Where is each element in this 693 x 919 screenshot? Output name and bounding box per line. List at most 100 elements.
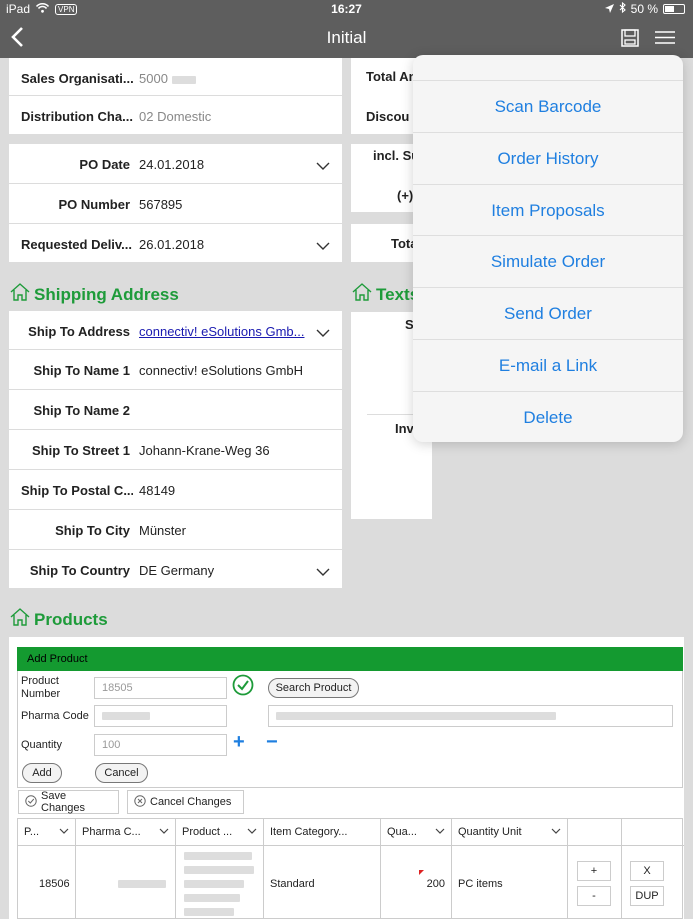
menu-icon[interactable]: [654, 31, 676, 49]
requested-delivery-label: Requested Deliv...: [21, 237, 133, 252]
quantity-minus-button[interactable]: −: [266, 731, 278, 754]
product-table: P... Pharma C... Product ... Item Catego…: [17, 818, 684, 919]
navigation-bar: Initial: [0, 18, 693, 58]
cancel-changes-button[interactable]: Cancel Changes: [127, 790, 244, 814]
pharma-code-input[interactable]: [94, 705, 227, 727]
check-circle-icon: [25, 794, 37, 810]
row-minus-button[interactable]: -: [577, 886, 611, 906]
ship-to-name2-row[interactable]: Ship To Name 2: [9, 390, 342, 430]
total-amount-label: Total An: [366, 69, 417, 84]
table-row-cell-category[interactable]: Standard: [264, 845, 381, 919]
ship-to-city-value: Münster: [139, 523, 186, 538]
invoice-label: Inv: [395, 421, 414, 436]
table-row-cell-actions: X DUP: [622, 845, 684, 919]
menu-item-item-proposals[interactable]: Item Proposals: [413, 184, 683, 235]
quantity-input[interactable]: 100: [94, 734, 227, 756]
product-number-input[interactable]: 18505: [94, 677, 227, 699]
row-duplicate-button[interactable]: DUP: [630, 886, 664, 906]
table-row-cell-pharma[interactable]: [76, 845, 176, 919]
po-date-label: PO Date: [79, 157, 130, 172]
ship-to-name1-row[interactable]: Ship To Name 1 connectiv! eSolutions Gmb…: [9, 350, 342, 390]
cancel-button[interactable]: Cancel: [95, 763, 148, 783]
redacted-text: [171, 75, 196, 84]
po-number-label: PO Number: [58, 197, 130, 212]
battery-level: [665, 6, 674, 12]
menu-item-delete[interactable]: Delete: [413, 391, 683, 442]
chevron-down-icon: [316, 325, 330, 343]
battery-icon: [663, 4, 685, 14]
column-header-product[interactable]: P...: [18, 819, 76, 845]
row-delete-button[interactable]: X: [630, 861, 664, 881]
ship-to-city-row[interactable]: Ship To City Münster: [9, 510, 342, 550]
search-product-button[interactable]: Search Product: [268, 678, 359, 698]
status-time: 16:27: [331, 2, 362, 16]
row-plus-button[interactable]: +: [577, 861, 611, 881]
product-number-label: Product Number: [21, 675, 61, 700]
redacted-text: [102, 712, 150, 721]
redacted-text: [184, 894, 240, 902]
po-date-row[interactable]: PO Date 24.01.2018: [9, 144, 342, 184]
requested-delivery-value: 26.01.2018: [139, 237, 205, 252]
ship-to-street1-value: Johann-Krane-Weg 36: [139, 443, 270, 458]
sales-organisation-label: Sales Organisati...: [21, 71, 133, 86]
column-header-quantity-unit[interactable]: Quantity Unit: [452, 819, 568, 845]
column-header-item-category[interactable]: Item Category...: [264, 819, 381, 845]
ship-to-street1-label: Ship To Street 1: [32, 443, 130, 458]
quantity-plus-button[interactable]: +: [233, 731, 245, 754]
ship-to-address-label: Ship To Address: [28, 324, 130, 339]
texts-section-header: Texts: [351, 282, 419, 307]
po-number-value: 567895: [139, 197, 183, 212]
add-product-header: Add Product: [17, 647, 683, 671]
save-icon[interactable]: [621, 29, 639, 52]
chevron-down-icon: [435, 826, 445, 838]
ship-to-street1-row[interactable]: Ship To Street 1 Johann-Krane-Weg 36: [9, 430, 342, 470]
menu-item-order-history[interactable]: Order History: [413, 132, 683, 183]
chevron-down-icon: [247, 826, 257, 838]
product-description-field: [268, 705, 673, 727]
discount-label: Discou: [366, 109, 410, 124]
save-changes-button[interactable]: Save Changes: [18, 790, 119, 814]
cancel-changes-label: Cancel Changes: [150, 796, 232, 808]
ship-to-country-row[interactable]: Ship To Country DE Germany: [9, 550, 342, 590]
save-changes-label: Save Changes: [41, 790, 86, 814]
distribution-channel-row[interactable]: Distribution Cha... 02 Domestic: [9, 96, 342, 134]
menu-item-scan-barcode[interactable]: Scan Barcode: [413, 80, 683, 131]
home-icon: [9, 607, 31, 632]
menu-item-send-order[interactable]: Send Order: [413, 287, 683, 338]
ship-to-name1-label: Ship To Name 1: [33, 363, 130, 378]
column-header-empty: [622, 819, 684, 845]
products-title: Products: [34, 609, 108, 629]
sales-organisation-row[interactable]: Sales Organisati... 5000: [9, 58, 342, 96]
chevron-down-icon: [159, 826, 169, 838]
table-row-cell-stepper: + -: [568, 845, 622, 919]
status-bar: iPad VPN 16:27 50 %: [0, 0, 693, 18]
po-number-row[interactable]: PO Number 567895: [9, 184, 342, 224]
redacted-text: [184, 852, 252, 860]
ship-to-address-value[interactable]: connectiv! eSolutions Gmb...: [139, 324, 307, 342]
products-section-header: Products: [9, 607, 108, 632]
po-date-value: 24.01.2018: [139, 157, 205, 172]
menu-item-email-link[interactable]: E-mail a Link: [413, 339, 683, 390]
ship-to-postal-row[interactable]: Ship To Postal C... 48149: [9, 470, 342, 510]
ship-to-postal-value: 48149: [139, 483, 176, 498]
table-row-cell-product[interactable]: 18506: [18, 845, 76, 919]
edited-marker: [419, 870, 424, 875]
plus-label: (+): [397, 188, 414, 203]
column-header-quantity[interactable]: Qua...: [381, 819, 452, 845]
column-header-pharma-code[interactable]: Pharma C...: [76, 819, 176, 845]
ship-to-country-label: Ship To Country: [29, 563, 130, 578]
shipping-section-header: Shipping Address: [9, 282, 179, 307]
chevron-down-icon: [316, 158, 330, 176]
chevron-down-icon: [316, 564, 330, 582]
ship-to-address-row[interactable]: Ship To Address connectiv! eSolutions Gm…: [9, 311, 342, 350]
menu-item-simulate-order[interactable]: Simulate Order: [413, 235, 683, 286]
requested-delivery-row[interactable]: Requested Deliv... 26.01.2018: [9, 224, 342, 264]
ship-to-name1-value: connectiv! eSolutions GmbH: [139, 363, 304, 378]
add-button[interactable]: Add: [22, 763, 62, 783]
ship-to-address-link[interactable]: connectiv! eSolutions Gmb...: [139, 324, 307, 339]
redacted-text: [184, 908, 234, 916]
table-row-cell-product-name[interactable]: [176, 845, 264, 919]
column-header-product-name[interactable]: Product ...: [176, 819, 264, 845]
table-row-cell-unit[interactable]: PC items: [452, 845, 568, 919]
table-row-cell-quantity[interactable]: 200: [381, 845, 452, 919]
